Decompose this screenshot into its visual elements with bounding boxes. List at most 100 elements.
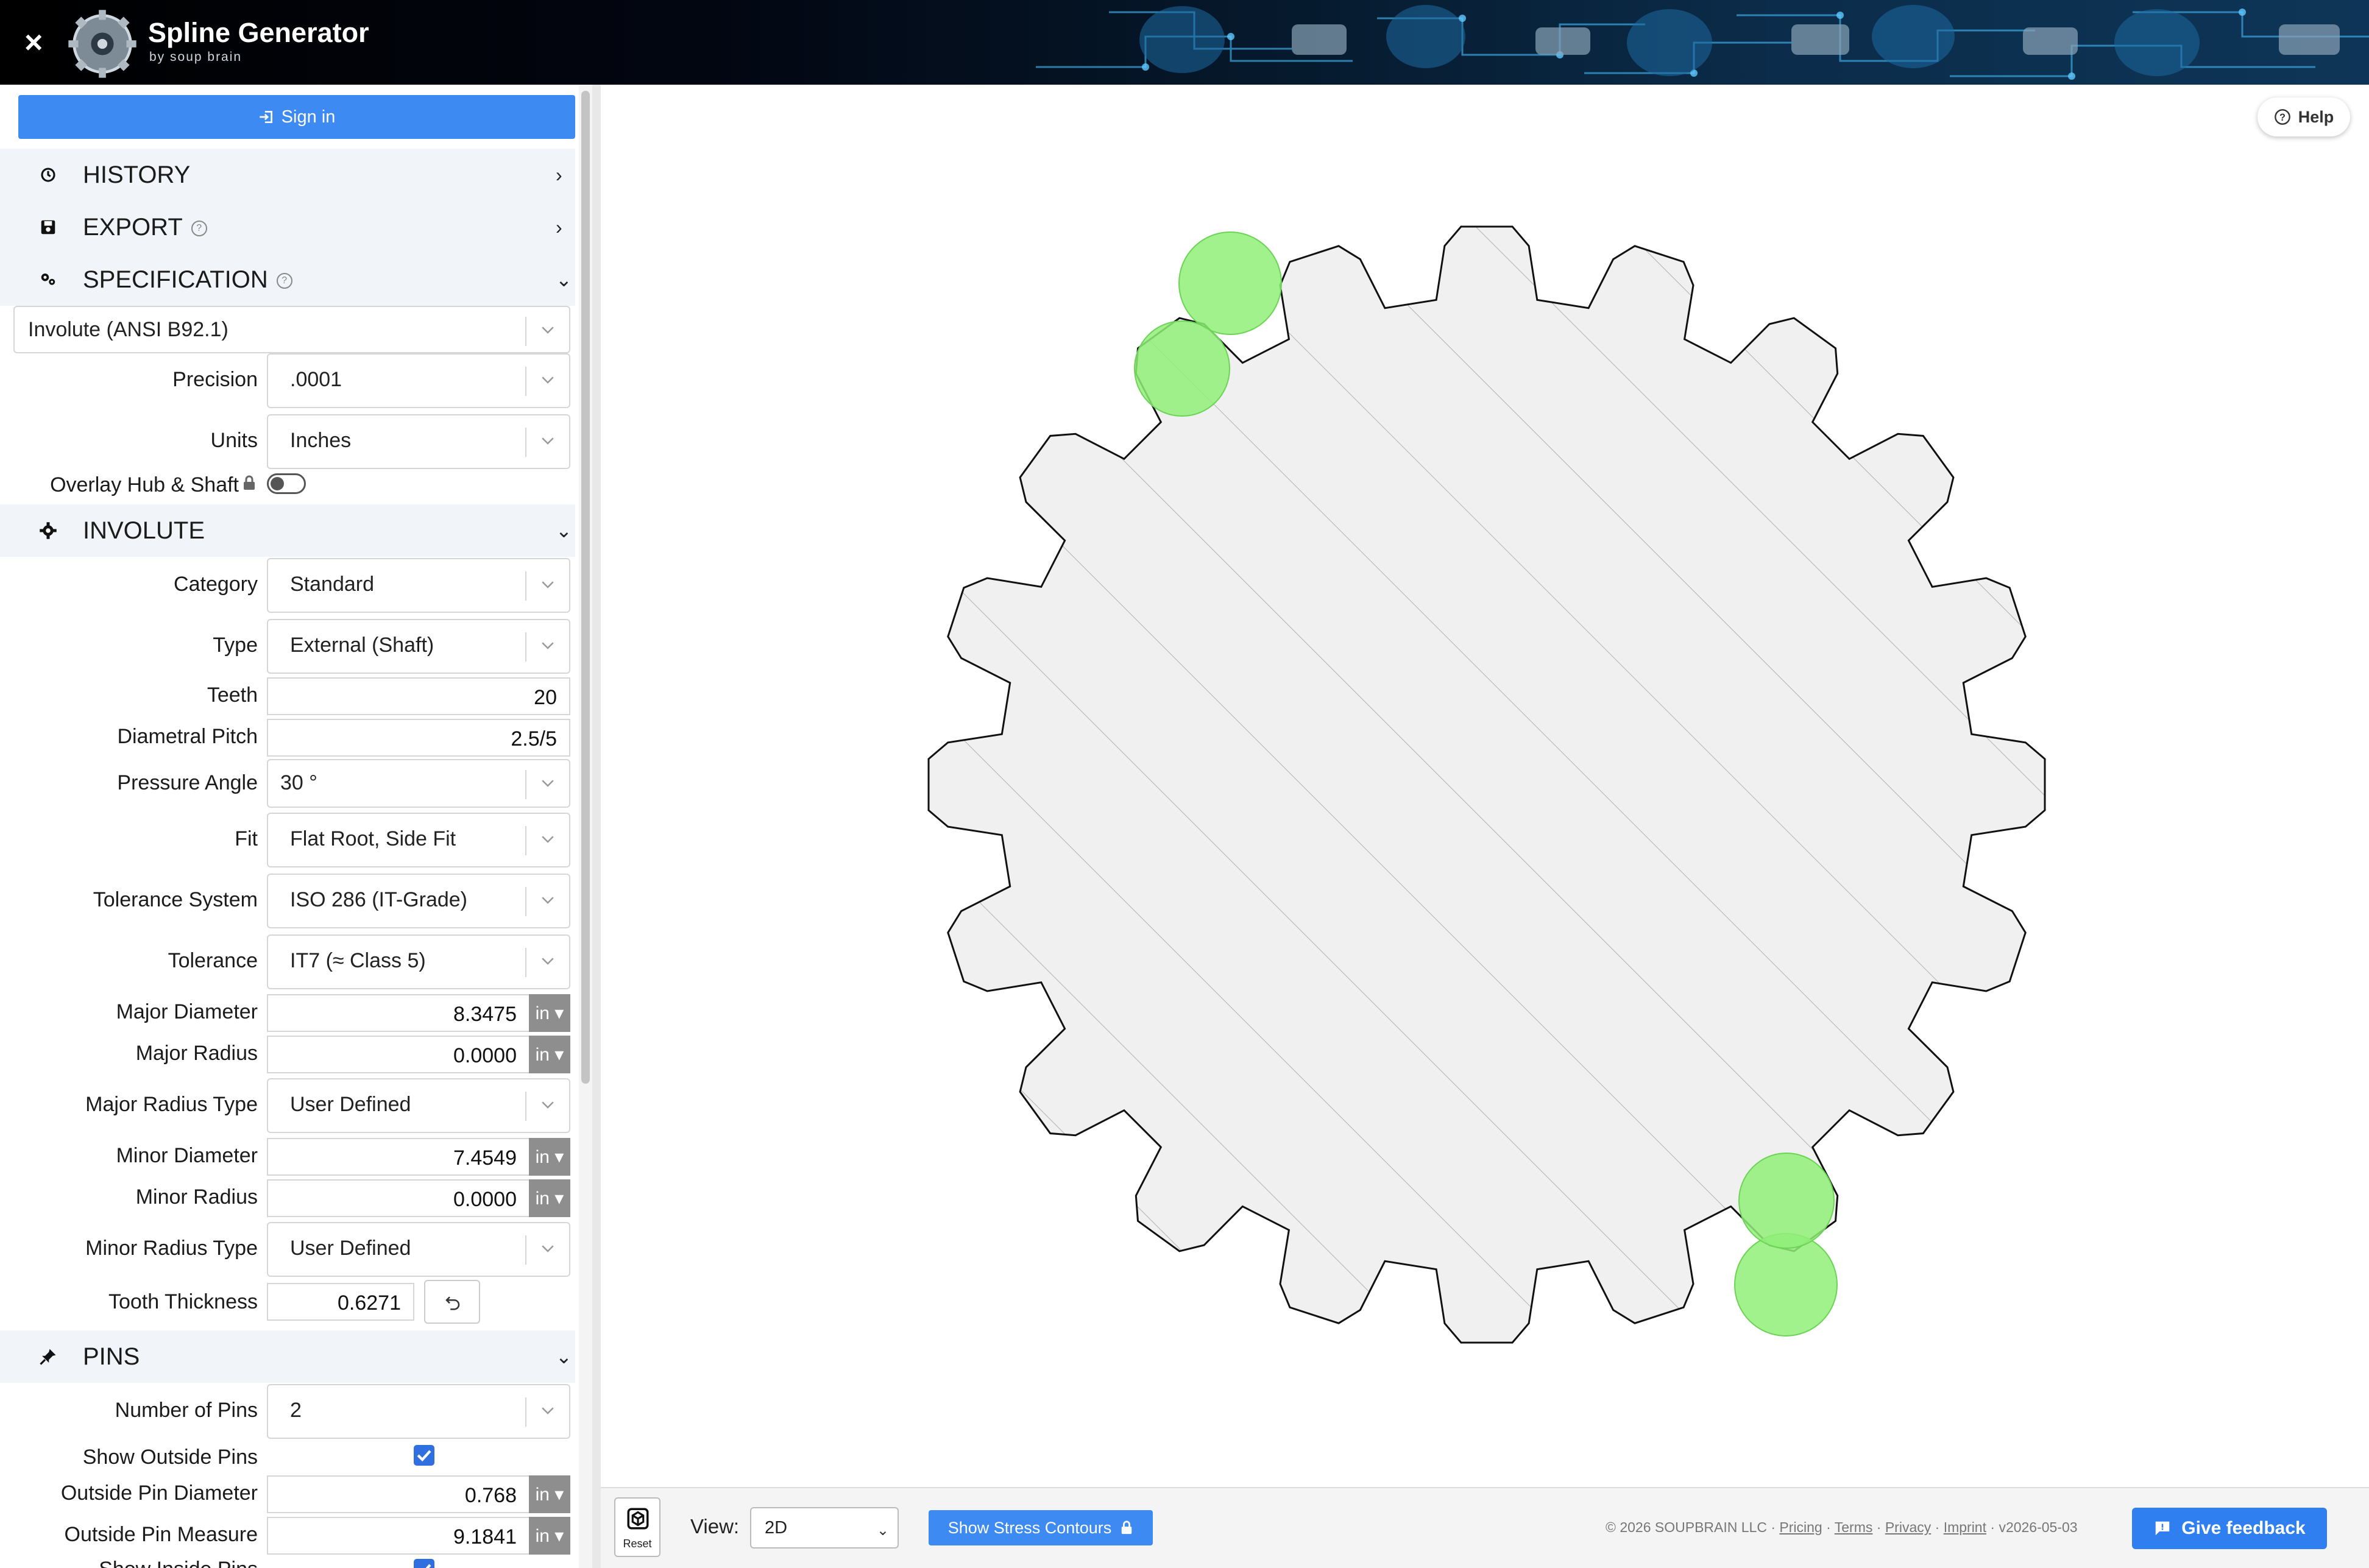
minor-diameter-input[interactable]: 7.4549 <box>267 1138 530 1176</box>
select-divider <box>525 1235 526 1265</box>
tolerance-select[interactable]: IT7 (≈ Class 5) <box>267 934 570 989</box>
category-select[interactable]: Standard <box>267 558 570 613</box>
teeth-label: Teeth <box>207 683 258 707</box>
type-label: Type <box>213 634 258 657</box>
select-divider <box>525 1397 526 1427</box>
fit-label: Fit <box>235 827 258 850</box>
units-value: Inches <box>290 429 352 452</box>
minor-radius-type-select[interactable]: User Defined <box>267 1222 570 1277</box>
chevron-down-icon <box>542 581 554 588</box>
help-question-icon[interactable]: ? <box>191 220 207 236</box>
help-circle-icon: ? <box>2274 109 2290 125</box>
privacy-link[interactable]: Privacy <box>1885 1519 1931 1535</box>
section-export[interactable]: EXPORT? › <box>0 201 575 253</box>
outside-pin-diameter-unit-select[interactable]: in ▾ <box>529 1475 570 1513</box>
major-diameter-input[interactable]: 8.3475 <box>267 994 530 1032</box>
measurement-pin <box>1734 1233 1838 1337</box>
section-history-label: HISTORY <box>83 161 191 188</box>
version-text: v2026-05-03 <box>1999 1519 2078 1535</box>
select-divider <box>525 317 526 346</box>
close-icon[interactable]: × <box>24 24 43 61</box>
chevron-down-icon <box>542 1407 554 1414</box>
sign-in-button[interactable]: Sign in <box>18 95 575 139</box>
save-icon <box>41 220 55 235</box>
teeth-input[interactable]: 20 <box>267 677 570 715</box>
select-divider <box>525 887 526 916</box>
overlay-hub-shaft-toggle[interactable] <box>267 473 306 494</box>
lock-icon <box>244 475 255 490</box>
major-diameter-label: Major Diameter <box>116 1000 258 1023</box>
show-inside-pins-label: Show Inside Pins <box>99 1558 258 1568</box>
fit-value: Flat Root, Side Fit <box>290 827 456 850</box>
major-radius-type-select[interactable]: User Defined <box>267 1078 570 1133</box>
units-select[interactable]: Inches <box>267 414 570 469</box>
outside-pin-measure-label: Outside Pin Measure <box>64 1523 258 1546</box>
give-feedback-button[interactable]: Give feedback <box>2132 1508 2327 1549</box>
reset-view-icon <box>627 1508 649 1530</box>
minor-radius-input[interactable]: 0.0000 <box>267 1179 530 1217</box>
chevron-down-icon <box>542 437 554 445</box>
select-divider <box>525 428 526 457</box>
tolerance-system-value: ISO 286 (IT-Grade) <box>290 888 467 911</box>
help-question-icon[interactable]: ? <box>276 272 292 289</box>
section-hatching <box>929 227 2045 1343</box>
outside-pin-measure-unit-select[interactable]: in ▾ <box>529 1517 570 1555</box>
major-diameter-unit-select[interactable]: in ▾ <box>529 994 570 1032</box>
tolerance-label: Tolerance <box>168 949 258 972</box>
select-divider <box>525 826 526 855</box>
chevron-down-icon <box>542 327 554 334</box>
major-radius-unit-select[interactable]: in ▾ <box>529 1036 570 1073</box>
type-select[interactable]: External (Shaft) <box>267 619 570 674</box>
section-pins[interactable]: PINS ⌄ <box>0 1330 575 1383</box>
spline-gear-drawing[interactable] <box>601 85 2369 1487</box>
show-stress-contours-button[interactable]: Show Stress Contours <box>929 1510 1153 1545</box>
imprint-link[interactable]: Imprint <box>1944 1519 1986 1535</box>
panel-resize-handle[interactable] <box>592 85 601 1568</box>
scrollbar-thumb[interactable] <box>581 91 590 1084</box>
section-pins-label: PINS <box>83 1343 140 1370</box>
section-specification[interactable]: SPECIFICATION? ⌄ <box>0 253 575 306</box>
pricing-link[interactable]: Pricing <box>1779 1519 1822 1535</box>
spline-standard-select[interactable]: Involute (ANSI B92.1) <box>13 306 570 353</box>
minor-radius-label: Minor Radius <box>135 1185 258 1209</box>
tooth-thickness-input[interactable]: 0.6271 <box>267 1283 414 1321</box>
minor-diameter-unit-select[interactable]: in ▾ <box>529 1138 570 1176</box>
chevron-down-icon: ⌄ <box>556 1346 572 1368</box>
number-of-pins-label: Number of Pins <box>115 1399 258 1422</box>
section-involute[interactable]: INVOLUTE ⌄ <box>0 504 575 557</box>
show-inside-pins-checkbox[interactable] <box>414 1559 434 1568</box>
sidebar-scrollbar[interactable] <box>579 85 592 1568</box>
section-history[interactable]: HISTORY › <box>0 149 575 201</box>
help-button[interactable]: ? Help <box>2257 97 2350 136</box>
select-divider <box>525 632 526 662</box>
view-label: View: <box>690 1515 740 1538</box>
show-outside-pins-label: Show Outside Pins <box>82 1446 258 1469</box>
minor-radius-type-value: User Defined <box>290 1237 411 1260</box>
minor-diameter-label: Minor Diameter <box>116 1144 258 1167</box>
minor-radius-unit-select[interactable]: in ▾ <box>529 1179 570 1217</box>
chevron-down-icon <box>542 642 554 649</box>
number-of-pins-value: 2 <box>290 1399 302 1422</box>
reset-view-button[interactable]: Reset <box>614 1497 660 1557</box>
tolerance-system-select[interactable]: ISO 286 (IT-Grade) <box>267 874 570 928</box>
section-specification-label: SPECIFICATION? <box>83 266 292 294</box>
measurement-pin <box>1134 320 1230 417</box>
outside-pin-measure-input[interactable]: 9.1841 <box>267 1517 530 1555</box>
outside-pin-diameter-input[interactable]: 0.768 <box>267 1475 530 1513</box>
major-radius-input[interactable]: 0.0000 <box>267 1036 530 1073</box>
circuit-banner-image <box>1036 5 2369 80</box>
precision-select[interactable]: .0001 <box>267 353 570 408</box>
fit-select[interactable]: Flat Root, Side Fit <box>267 813 570 867</box>
terms-link[interactable]: Terms <box>1835 1519 1873 1535</box>
checkmark-icon <box>417 1450 431 1462</box>
footer-legal: © 2026 SOUPBRAIN LLC · Pricing · Terms ·… <box>1606 1519 2078 1535</box>
major-radius-type-label: Major Radius Type <box>85 1093 258 1116</box>
number-of-pins-select[interactable]: 2 <box>267 1384 570 1439</box>
pressure-angle-select[interactable]: 30 ° <box>267 759 570 808</box>
view-mode-select[interactable]: 2D ⌄ <box>750 1507 899 1549</box>
diametral-pitch-label: Diametral Pitch <box>117 725 258 748</box>
reset-tooth-thickness-button[interactable] <box>424 1280 480 1324</box>
view-mode-value: 2D <box>765 1518 788 1538</box>
diametral-pitch-input[interactable]: 2.5/5 <box>267 719 570 757</box>
show-outside-pins-checkbox[interactable] <box>414 1445 434 1466</box>
